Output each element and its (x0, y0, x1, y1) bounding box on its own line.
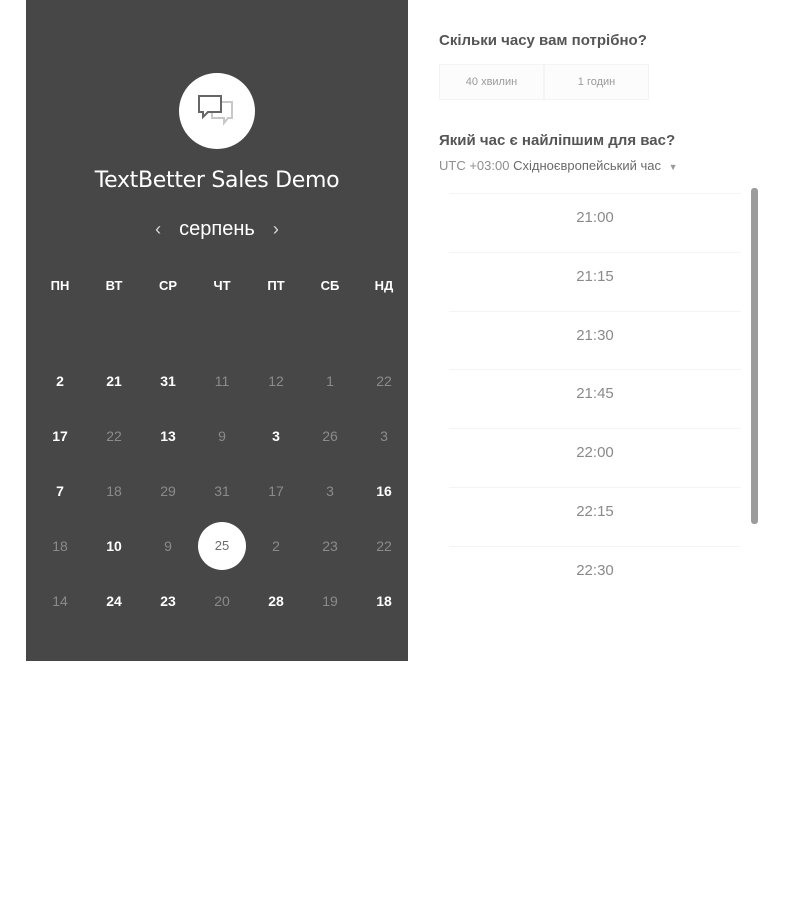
calendar-day: 22 (376, 538, 392, 554)
weekday-label: ПТ (267, 278, 285, 293)
time-slot-button[interactable]: 21:45 (449, 369, 741, 419)
time-slot-button[interactable]: 21:00 (449, 193, 741, 242)
calendar-day[interactable]: 21 (94, 366, 134, 396)
time-slot-button[interactable]: 22:15 (449, 487, 741, 536)
duration-option-40[interactable]: 40 хвилин (439, 64, 544, 100)
calendar-day: 29 (160, 483, 176, 499)
duration-options: 40 хвилин 1 годин (439, 64, 649, 100)
calendar-day[interactable]: 2 (40, 366, 80, 396)
calendar-day: 1 (326, 373, 334, 389)
month-label: серпень (179, 217, 255, 240)
calendar-week-row: 17 22 13 9 3 26 3 (26, 421, 408, 451)
duration-option-60[interactable]: 1 годин (544, 64, 649, 100)
calendar-day: 31 (214, 483, 230, 499)
calendar-day: 23 (322, 538, 338, 554)
calendar-day: 18 (52, 538, 68, 554)
calendar-day[interactable]: 28 (256, 586, 296, 616)
time-slot-button[interactable]: 21:30 (449, 310, 741, 360)
duration-question: Скільки часу вам потрібно? (439, 32, 647, 49)
weekday-label: НД (374, 278, 394, 293)
calendar-week-row: 18 10 9 25 2 23 22 (26, 522, 408, 570)
logo (179, 73, 255, 149)
calendar-day: 9 (218, 428, 226, 444)
calendar-day: 19 (322, 593, 338, 609)
chevron-right-icon[interactable]: › (265, 218, 287, 240)
timezone-offset: UTC +03:00 (439, 158, 510, 173)
calendar-day: 2 (272, 538, 280, 554)
calendar-week-row: 7 18 29 31 17 3 16 (26, 476, 408, 506)
time-slot-button[interactable]: 21:15 (449, 251, 741, 301)
weekday-label: ЧТ (213, 278, 231, 293)
calendar-day: 11 (214, 373, 230, 389)
calendar-day[interactable]: 7 (40, 476, 80, 506)
calendar-day[interactable]: 31 (148, 366, 188, 396)
calendar-day-selected[interactable]: 25 (198, 522, 246, 570)
calendar-day: 18 (106, 483, 122, 499)
chevron-left-icon[interactable]: ‹ (147, 218, 169, 240)
time-slot-button[interactable]: 22:30 (449, 545, 741, 595)
month-nav: ‹ серпень › (26, 214, 408, 244)
calendar-title: TextBetter Sales Demo (94, 168, 340, 193)
timezone-select[interactable]: UTC +03:00 Східноєвропейський час ▼ (439, 158, 678, 173)
calendar-day[interactable]: 23 (148, 586, 188, 616)
calendar-day: 12 (268, 373, 284, 389)
calendar-day: 17 (268, 483, 284, 499)
weekday-label: СР (158, 278, 178, 293)
calendar-week-row: 14 24 23 20 28 19 18 (26, 586, 408, 616)
time-slot-list: 21:00 21:15 21:30 21:45 22:00 22:15 22:30 (439, 192, 761, 612)
calendar-day: 26 (322, 428, 338, 444)
scrollbar[interactable] (751, 188, 758, 524)
calendar-day: 22 (106, 428, 122, 444)
calendar-panel: TextBetter Sales Demo ‹ серпень › ПН ВТ СР… (26, 0, 408, 661)
calendar-day[interactable]: 16 (364, 476, 404, 506)
calendar-day: 20 (214, 593, 230, 609)
calendar-week-row: 2 21 31 11 12 1 22 (26, 366, 408, 396)
chat-bubbles-icon (198, 95, 233, 126)
calendar-day: 9 (164, 538, 172, 554)
calendar-day[interactable]: 10 (94, 531, 134, 561)
calendar-day[interactable]: 13 (148, 421, 188, 451)
caret-down-icon: ▼ (668, 162, 678, 172)
calendar-day: 14 (52, 593, 68, 609)
calendar-day[interactable]: 3 (256, 421, 296, 451)
calendar-day: 3 (326, 483, 334, 499)
time-slot-button[interactable]: 22:00 (449, 428, 741, 478)
calendar-day: 3 (380, 428, 388, 444)
calendar-day[interactable]: 24 (94, 586, 134, 616)
calendar-day: 22 (376, 373, 392, 389)
calendar-day[interactable]: 17 (40, 421, 80, 451)
weekday-label: ВТ (105, 278, 123, 293)
calendar-day[interactable]: 18 (364, 586, 404, 616)
time-question: Який час є найліпшим для вас? (439, 132, 676, 149)
weekday-label: СБ (320, 278, 340, 293)
weekday-label: ПН (50, 278, 70, 293)
timezone-name: Східноєвропейський час (513, 158, 661, 173)
